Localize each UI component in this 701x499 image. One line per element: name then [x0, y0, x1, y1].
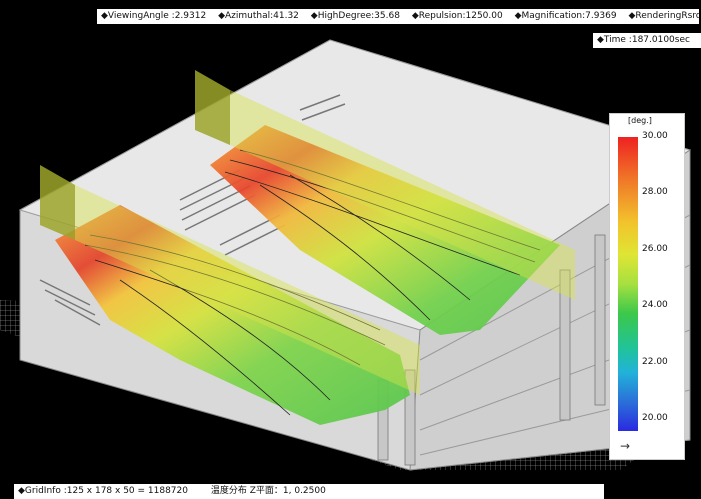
legend-tick: 24.00	[642, 300, 668, 310]
grid-info-readout: ◆GridInfo :125 x 178 x 50 = 1188720	[18, 486, 188, 496]
legend-tick: 30.00	[642, 131, 668, 141]
legend-tick: 22.00	[642, 357, 668, 367]
view-parameters-bar: ◆ViewingAngle :2.9312 ◆Azimuthal:41.32 ◆…	[97, 9, 701, 24]
rendering-readout: ◆RenderingRsrc:8820768	[628, 11, 701, 21]
viewing-angle-readout: ◆ViewingAngle :2.9312	[101, 11, 207, 21]
legend-tick: 28.00	[642, 187, 668, 197]
legend-tick: 26.00	[642, 244, 668, 254]
color-legend: [deg.] 30.00 28.00 26.00 24.00 22.00 20.…	[609, 113, 685, 460]
magnification-readout: ◆Magnification:7.9369	[514, 11, 617, 21]
simulation-viewport[interactable]: ◆ViewingAngle :2.9312 ◆Azimuthal:41.32 ◆…	[0, 0, 701, 499]
high-degree-readout: ◆HighDegree:35.68	[310, 11, 400, 21]
legend-unit: [deg.]	[628, 116, 652, 125]
thermal-3d-scene[interactable]	[0, 0, 701, 499]
distribution-label: 温度分布 Z平面：1, 0.2500	[210, 486, 326, 496]
arrow-right-icon: →	[620, 439, 631, 453]
grid-info-bar: ◆GridInfo :125 x 178 x 50 = 1188720 温度分布…	[14, 484, 604, 499]
legend-tick: 20.00	[642, 413, 668, 423]
legend-color-bar	[618, 137, 638, 431]
repulsion-readout: ◆Repulsion:1250.00	[411, 11, 503, 21]
time-readout: ◆Time :187.0100sec	[593, 33, 701, 48]
azimuthal-readout: ◆Azimuthal:41.32	[218, 11, 299, 21]
